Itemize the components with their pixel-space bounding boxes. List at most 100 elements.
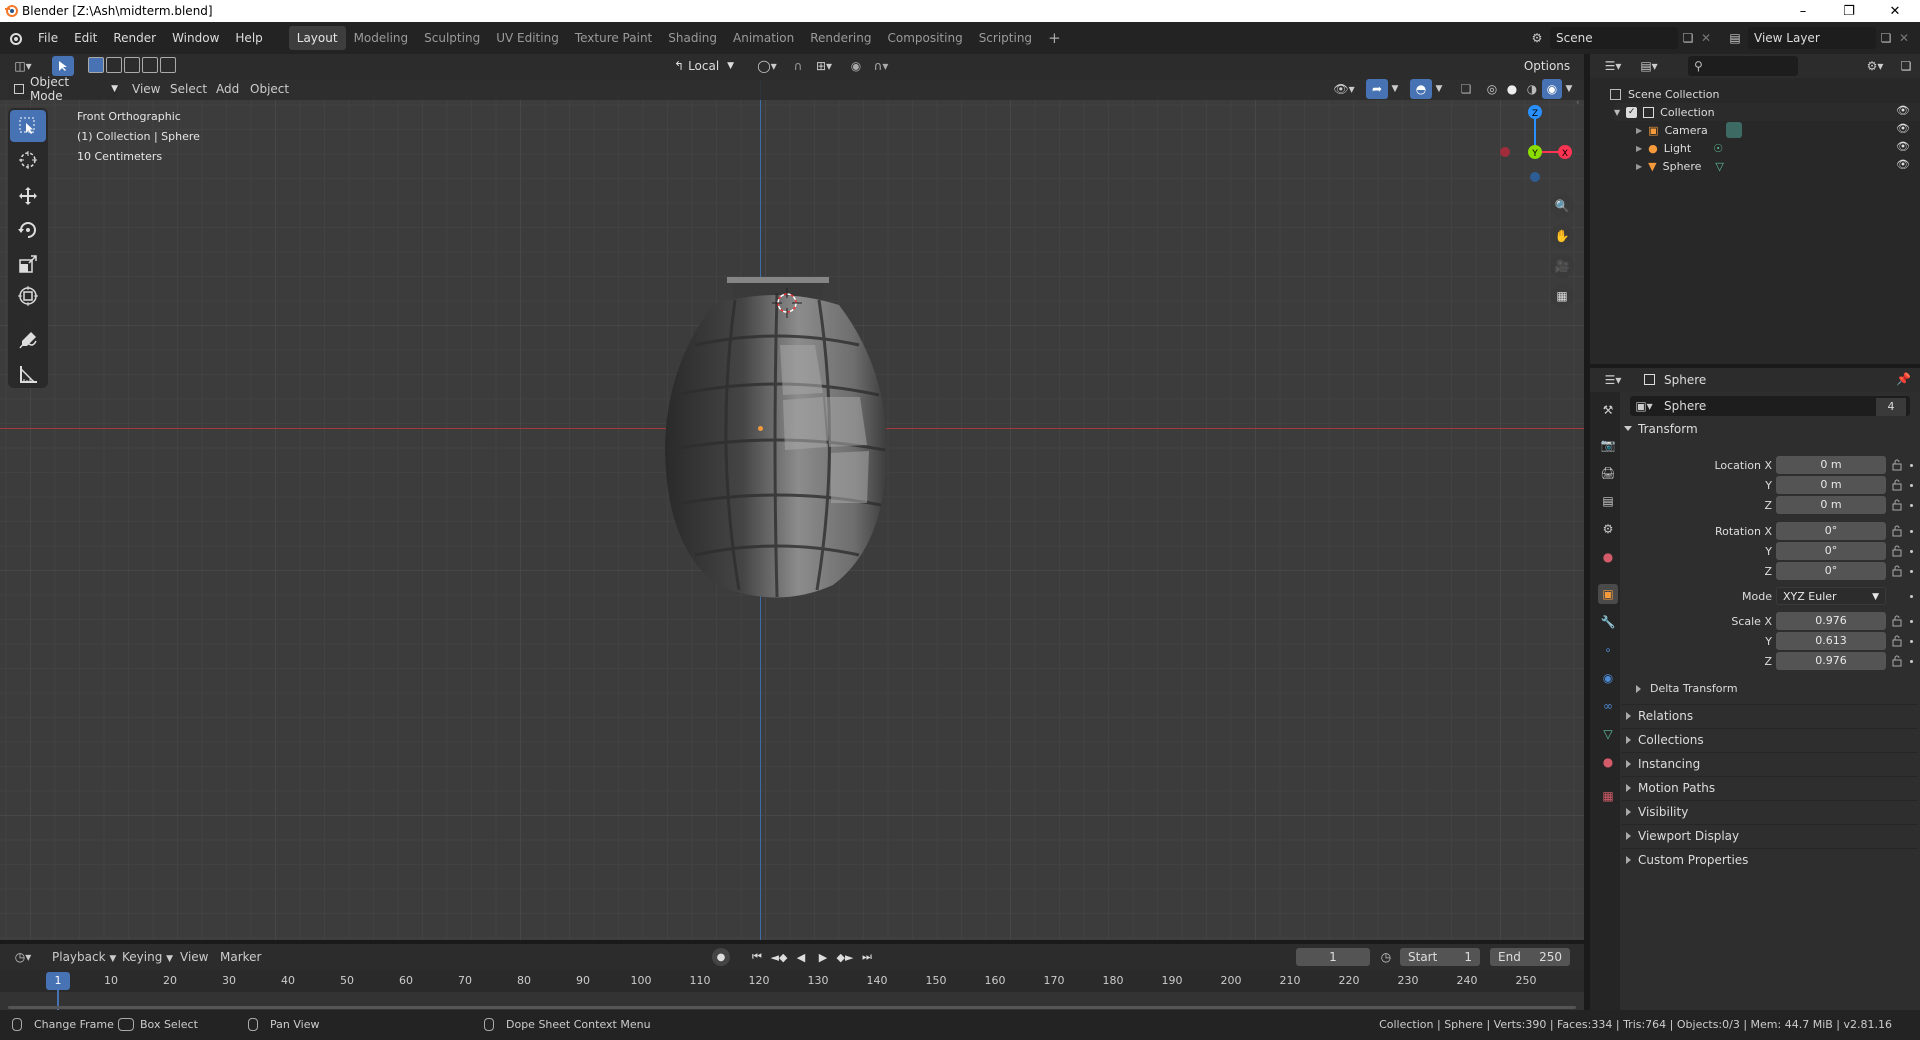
- transform-tool-icon[interactable]: [10, 280, 46, 312]
- options-dropdown[interactable]: Options: [1516, 56, 1578, 76]
- world-tab-icon[interactable]: ●: [1598, 547, 1618, 567]
- keyframe-dot[interactable]: [1910, 484, 1913, 487]
- timeline-scrollbar[interactable]: [8, 1006, 1576, 1009]
- lock-icon[interactable]: [1891, 499, 1903, 511]
- 3d-cursor-icon[interactable]: [772, 288, 802, 318]
- zoom-icon[interactable]: 🔍: [1550, 194, 1574, 218]
- proportional-falloff-icon[interactable]: ∩▾: [868, 56, 894, 76]
- shading-solid-icon[interactable]: ●: [1502, 79, 1522, 99]
- shading-rendered-icon[interactable]: ◉: [1542, 79, 1562, 99]
- lock-icon[interactable]: [1891, 525, 1903, 537]
- keyframe-dot[interactable]: [1910, 530, 1913, 533]
- outliner-row-sphere[interactable]: ▶ ▼ Sphere ▽: [1636, 157, 1920, 175]
- tab-scripting[interactable]: Scripting: [971, 26, 1040, 50]
- pin-icon[interactable]: 📌: [1896, 372, 1911, 386]
- snap-target-icon[interactable]: ⊞▾: [810, 56, 838, 76]
- select-new-icon[interactable]: [88, 57, 104, 73]
- scene-name-field[interactable]: Scene: [1550, 27, 1678, 49]
- keyframe-dot[interactable]: [1910, 660, 1913, 663]
- visibility-panel[interactable]: Visibility: [1622, 800, 1918, 822]
- rotate-tool-icon[interactable]: [10, 214, 46, 246]
- scene-icon[interactable]: ⚙: [1524, 26, 1550, 50]
- keyframe-dot[interactable]: [1910, 504, 1913, 507]
- close-button[interactable]: ✕: [1872, 0, 1918, 22]
- lock-icon[interactable]: [1891, 615, 1903, 627]
- lock-icon[interactable]: [1891, 459, 1903, 471]
- disclosure-triangle-icon[interactable]: ▼: [1614, 108, 1620, 117]
- lock-icon[interactable]: [1891, 655, 1903, 667]
- select-intersect-icon[interactable]: [160, 57, 176, 73]
- eye-icon[interactable]: 👁: [1896, 158, 1910, 171]
- location-z-field[interactable]: 0 m: [1776, 496, 1886, 514]
- measure-tool-icon[interactable]: [10, 358, 46, 390]
- add-workspace-button[interactable]: +: [1040, 26, 1069, 50]
- tab-shading[interactable]: Shading: [660, 26, 725, 50]
- menu-help[interactable]: Help: [227, 31, 270, 45]
- new-scene-icon[interactable]: ❏: [1678, 27, 1698, 49]
- preview-range-icon[interactable]: ◷: [1376, 948, 1396, 966]
- view-layer-icon[interactable]: ▤: [1722, 26, 1748, 50]
- object-datablock-icon[interactable]: ▣▾: [1630, 399, 1658, 413]
- select-tool-icon[interactable]: [52, 56, 74, 76]
- collections-panel[interactable]: Collections: [1622, 728, 1918, 750]
- disclosure-triangle-icon[interactable]: ▶: [1636, 144, 1642, 153]
- start-frame-field[interactable]: Start 1: [1400, 948, 1480, 966]
- rotation-x-field[interactable]: 0°: [1776, 522, 1886, 540]
- filter-icon[interactable]: ⚙▾: [1860, 56, 1890, 76]
- gizmo-toggle-icon[interactable]: ➦: [1366, 79, 1388, 99]
- end-frame-field[interactable]: End 250: [1490, 948, 1570, 966]
- keyframe-dot[interactable]: [1910, 620, 1913, 623]
- data-tab-icon[interactable]: ▽: [1598, 724, 1618, 744]
- previous-keyframe-icon[interactable]: ◄◆: [770, 948, 788, 966]
- shading-wireframe-icon[interactable]: ◎: [1482, 79, 1502, 99]
- blender-menu-icon[interactable]: [0, 26, 30, 50]
- shading-material-icon[interactable]: ◑: [1522, 79, 1542, 99]
- texture-tab-icon[interactable]: ▦: [1598, 786, 1618, 806]
- outliner-row-light[interactable]: ▶ ● Light ☉: [1636, 139, 1920, 157]
- delta-transform-subpanel[interactable]: Delta Transform: [1636, 680, 1916, 698]
- transform-orientation-dropdown[interactable]: ↰ Local ▼: [668, 56, 746, 76]
- keyframe-dot[interactable]: [1910, 595, 1913, 598]
- eye-icon[interactable]: 👁: [1896, 104, 1910, 117]
- scale-z-field[interactable]: 0.976: [1776, 652, 1886, 670]
- tab-uv-editing[interactable]: UV Editing: [488, 26, 567, 50]
- lock-icon[interactable]: [1891, 479, 1903, 491]
- menu-timeline-view[interactable]: View: [174, 950, 214, 964]
- outliner-row-collection[interactable]: ▼ ✓ Collection: [1614, 103, 1920, 121]
- 3d-viewport[interactable]: Front Orthographic (1) Collection | Sphe…: [0, 80, 1584, 940]
- outliner-editor-type-icon[interactable]: ☰▾: [1598, 56, 1628, 76]
- tab-texture-paint[interactable]: Texture Paint: [567, 26, 660, 50]
- navigation-gizmo[interactable]: Z X Y: [1488, 88, 1578, 198]
- output-tab-icon[interactable]: 🖨: [1598, 463, 1618, 483]
- select-extend-icon[interactable]: [106, 57, 122, 73]
- physics-tab-icon[interactable]: ◉: [1598, 668, 1618, 688]
- outliner-row-scene-collection[interactable]: Scene Collection: [1610, 85, 1719, 103]
- tab-sculpting[interactable]: Sculpting: [416, 26, 488, 50]
- lock-icon[interactable]: [1891, 565, 1903, 577]
- outliner-row-camera[interactable]: ▶ ▣ Camera: [1636, 121, 1920, 139]
- scene-tab-icon[interactable]: ⚙: [1598, 519, 1618, 539]
- new-view-layer-icon[interactable]: ❏: [1876, 27, 1896, 49]
- keyframe-dot[interactable]: [1910, 640, 1913, 643]
- current-frame-field[interactable]: 1: [1296, 948, 1370, 966]
- menu-view[interactable]: View: [126, 82, 166, 96]
- mode-dropdown[interactable]: Object Mode ▼: [8, 75, 118, 103]
- cursor-tool-icon[interactable]: [10, 144, 46, 176]
- relations-panel[interactable]: Relations: [1622, 704, 1918, 726]
- location-y-field[interactable]: 0 m: [1776, 476, 1886, 494]
- shading-dropdown-icon[interactable]: ▼: [1562, 79, 1576, 99]
- disclosure-triangle-icon[interactable]: ▶: [1636, 162, 1642, 171]
- timeline-editor-type-icon[interactable]: ◷▾: [8, 947, 38, 967]
- keyframe-dot[interactable]: [1910, 570, 1913, 573]
- snap-magnet-icon[interactable]: ∩: [788, 56, 808, 76]
- delete-view-layer-icon[interactable]: ✕: [1896, 27, 1912, 49]
- next-keyframe-icon[interactable]: ◆►: [836, 948, 854, 966]
- tab-modeling[interactable]: Modeling: [346, 26, 417, 50]
- keyframe-dot[interactable]: [1910, 550, 1913, 553]
- select-subtract-icon[interactable]: [124, 57, 140, 73]
- pivot-point-icon[interactable]: ◯▾: [754, 56, 780, 76]
- scale-tool-icon[interactable]: [10, 248, 46, 280]
- tab-compositing[interactable]: Compositing: [879, 26, 970, 50]
- keyframe-dot[interactable]: [1910, 464, 1913, 467]
- overlays-dropdown-icon[interactable]: ▼: [1432, 79, 1446, 99]
